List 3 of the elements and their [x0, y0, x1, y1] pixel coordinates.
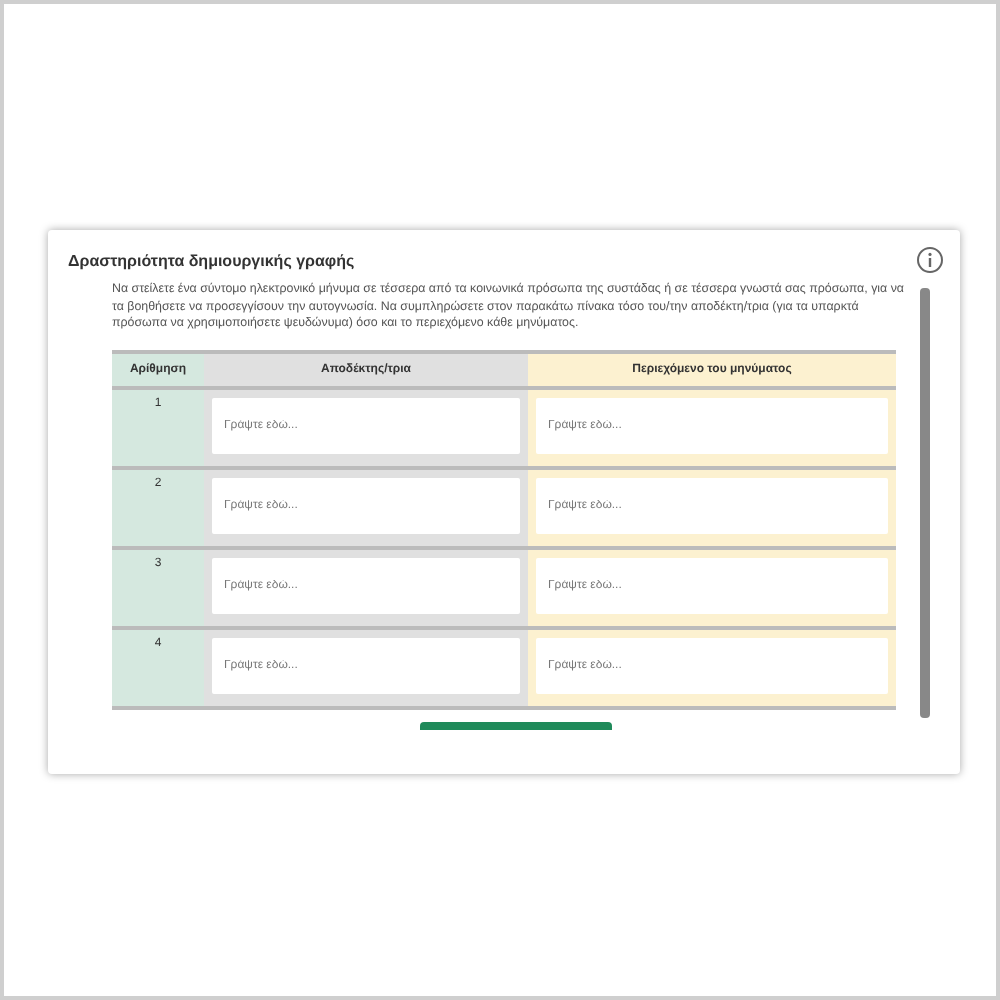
- info-icon[interactable]: [916, 246, 944, 274]
- scrollbar[interactable]: [920, 288, 930, 718]
- activity-title: Δραστηριότητα δημιουργικής γραφής: [68, 251, 355, 269]
